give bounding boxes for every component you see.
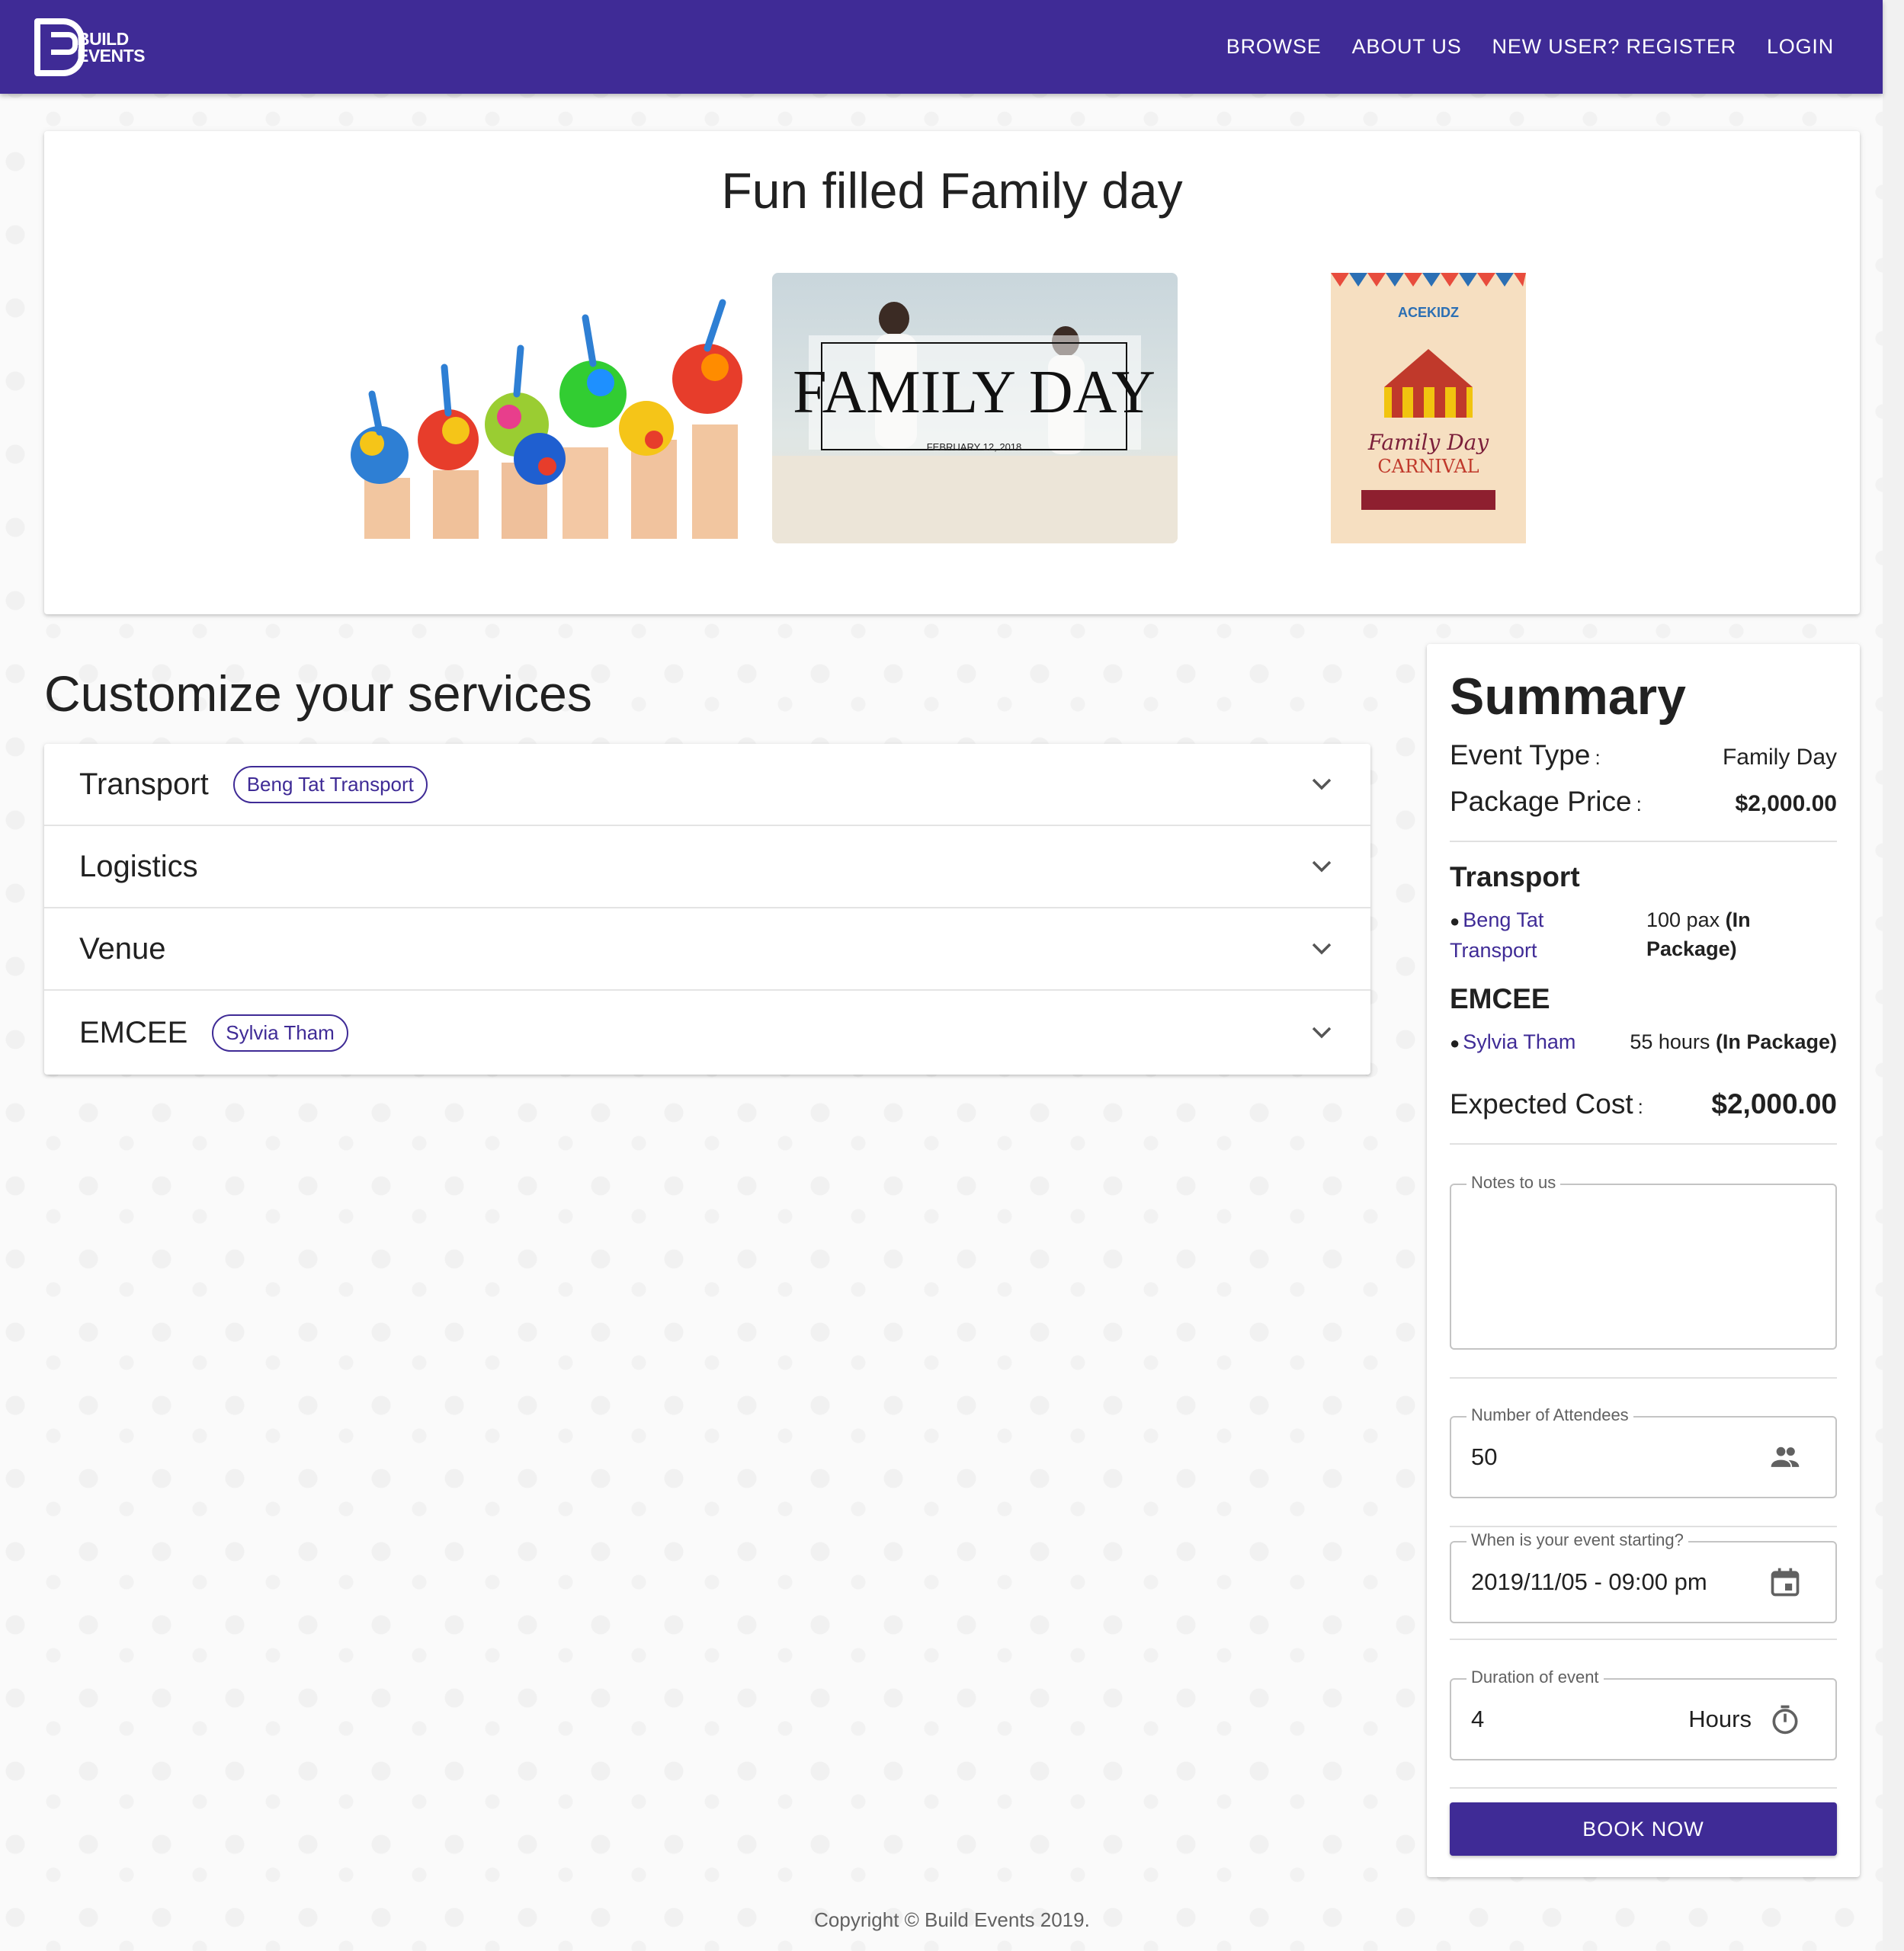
accordion-logistics[interactable]: Logistics <box>44 826 1370 908</box>
logo-word-build: BUILD <box>77 28 129 49</box>
services-accordion: Transport Beng Tat Transport Logistics V… <box>44 744 1370 1075</box>
family-day-banner-image: FAMILY DAY FEBRUARY 12, 2018 <box>772 273 1178 543</box>
package-price-label: Package Price <box>1450 786 1632 817</box>
colon: : <box>1636 793 1642 815</box>
chevron-down-icon[interactable] <box>1311 860 1332 873</box>
emcee-package-note: (In Package) <box>1715 1030 1837 1053</box>
accordion-label-emcee: EMCEE <box>79 1015 188 1049</box>
event-hero-card: Fun filled Family day FAMILY DAY FEBRUAR… <box>44 131 1860 614</box>
chevron-down-icon[interactable] <box>1311 1026 1332 1040</box>
summary-divider <box>1450 1143 1837 1145</box>
attendees-input[interactable]: 50 <box>1471 1443 1497 1471</box>
summary-emcee-heading: EMCEE <box>1450 983 1550 1014</box>
transport-qty: 100 pax <box>1646 908 1720 931</box>
logo-word-events: EVENTS <box>77 45 146 66</box>
summary-divider <box>1450 1526 1837 1527</box>
accordion-emcee[interactable]: EMCEE Sylvia Tham <box>44 991 1370 1075</box>
chevron-down-icon[interactable] <box>1311 777 1332 791</box>
duration-input[interactable]: 4 <box>1471 1706 1484 1733</box>
painted-hands-image <box>311 295 780 539</box>
colon: : <box>1595 746 1601 769</box>
book-now-button[interactable]: BOOK NOW <box>1450 1802 1837 1856</box>
summary-divider <box>1450 1787 1837 1789</box>
accordion-label-logistics: Logistics <box>79 849 198 883</box>
summary-divider <box>1450 841 1837 842</box>
top-nav: BROWSE ABOUT US NEW USER? REGISTER LOGIN <box>1223 27 1837 66</box>
logo-wordmark: BUILD EVENTS <box>77 28 146 66</box>
notes-textarea[interactable]: Notes to us <box>1450 1173 1837 1350</box>
nav-login-link[interactable]: LOGIN <box>1764 27 1837 66</box>
accordion-venue[interactable]: Venue <box>44 908 1370 991</box>
duration-unit: Hours <box>1688 1706 1752 1732</box>
colon: : <box>1637 1095 1643 1118</box>
accordion-label-transport: Transport <box>79 767 209 801</box>
event-type-label: Event Type <box>1450 739 1591 770</box>
family-banner-date: FEBRUARY 12, 2018 <box>927 441 1022 453</box>
transport-vendor-name[interactable]: Beng Tat <box>1463 908 1543 931</box>
emcee-vendor-name[interactable]: Sylvia Tham <box>1463 1030 1575 1053</box>
summary-divider <box>1450 1639 1837 1640</box>
package-price-value: $2,000.00 <box>1735 791 1837 816</box>
accordion-transport[interactable]: Transport Beng Tat Transport <box>44 744 1370 826</box>
transport-package-note: (In <box>1725 908 1751 931</box>
transport-vendor-name-cont[interactable]: Transport <box>1450 939 1537 962</box>
nav-register-link[interactable]: NEW USER? REGISTER <box>1489 27 1739 66</box>
expected-cost-value: $2,000.00 <box>1711 1088 1837 1120</box>
family-banner-title: FAMILY DAY <box>793 359 1156 426</box>
poster-brand: ACEKIDZ <box>1398 305 1459 320</box>
bullet-icon: ● <box>1450 911 1460 931</box>
bullet-icon: ● <box>1450 1033 1460 1052</box>
event-start-label: When is your event starting? <box>1466 1530 1688 1550</box>
event-start-input[interactable]: 2019/11/05 - 09:00 pm <box>1471 1568 1707 1596</box>
emcee-qty: 55 hours <box>1630 1030 1710 1053</box>
carnival-poster-image: ACEKIDZ Family Day CARNIVAL <box>1331 273 1526 543</box>
poster-subtitle: CARNIVAL <box>1377 456 1479 477</box>
summary-emcee-line: ● Sylvia Tham 55 hours (In Package) <box>1450 1027 1837 1058</box>
summary-title: Summary <box>1450 668 1686 726</box>
event-start-field[interactable]: When is your event starting? 2019/11/05 … <box>1450 1530 1837 1623</box>
app-bar: BUILD EVENTS BROWSE ABOUT US NEW USER? R… <box>0 0 1883 94</box>
expected-cost-label: Expected Cost <box>1450 1088 1633 1120</box>
attendees-field[interactable]: Number of Attendees 50 <box>1450 1405 1837 1498</box>
event-type-value: Family Day <box>1722 745 1837 770</box>
calendar-icon[interactable] <box>1768 1565 1802 1599</box>
transport-package-note-cont: Package) <box>1646 937 1737 960</box>
expected-cost-row: Expected Cost: $2,000.00 <box>1450 1088 1837 1120</box>
duration-label: Duration of event <box>1466 1667 1604 1687</box>
chevron-down-icon[interactable] <box>1311 942 1332 956</box>
page-scrollbar[interactable] <box>1883 0 1904 1951</box>
logo-b-mark <box>34 18 85 76</box>
build-events-logo[interactable]: BUILD EVENTS <box>34 18 146 76</box>
nav-about-link[interactable]: ABOUT US <box>1349 27 1465 66</box>
attendees-label: Number of Attendees <box>1466 1405 1633 1425</box>
summary-transport-line: ● Beng Tat Transport 100 pax (In Package) <box>1450 905 1837 965</box>
event-title: Fun filled Family day <box>721 162 1183 219</box>
summary-divider <box>1450 1377 1837 1379</box>
selected-vendor-chip[interactable]: Sylvia Tham <box>212 1014 348 1052</box>
nav-browse-link[interactable]: BROWSE <box>1223 27 1325 66</box>
customize-title: Customize your services <box>44 665 592 722</box>
footer-copyright: Copyright © Build Events 2019. <box>814 1908 1090 1931</box>
summary-transport-heading: Transport <box>1450 861 1580 892</box>
timer-icon <box>1772 1705 1798 1735</box>
package-price-row: Package Price: $2,000.00 <box>1450 786 1837 818</box>
event-type-row: Event Type: Family Day <box>1450 739 1837 771</box>
accordion-label-venue: Venue <box>79 931 166 966</box>
summary-card: Summary Event Type: Family Day Package P… <box>1427 644 1860 1877</box>
notes-label: Notes to us <box>1466 1173 1561 1193</box>
selected-vendor-chip[interactable]: Beng Tat Transport <box>232 765 428 803</box>
duration-field[interactable]: Duration of event 4 Hours <box>1450 1667 1837 1760</box>
poster-title: Family Day <box>1367 430 1490 455</box>
people-icon <box>1771 1446 1800 1467</box>
